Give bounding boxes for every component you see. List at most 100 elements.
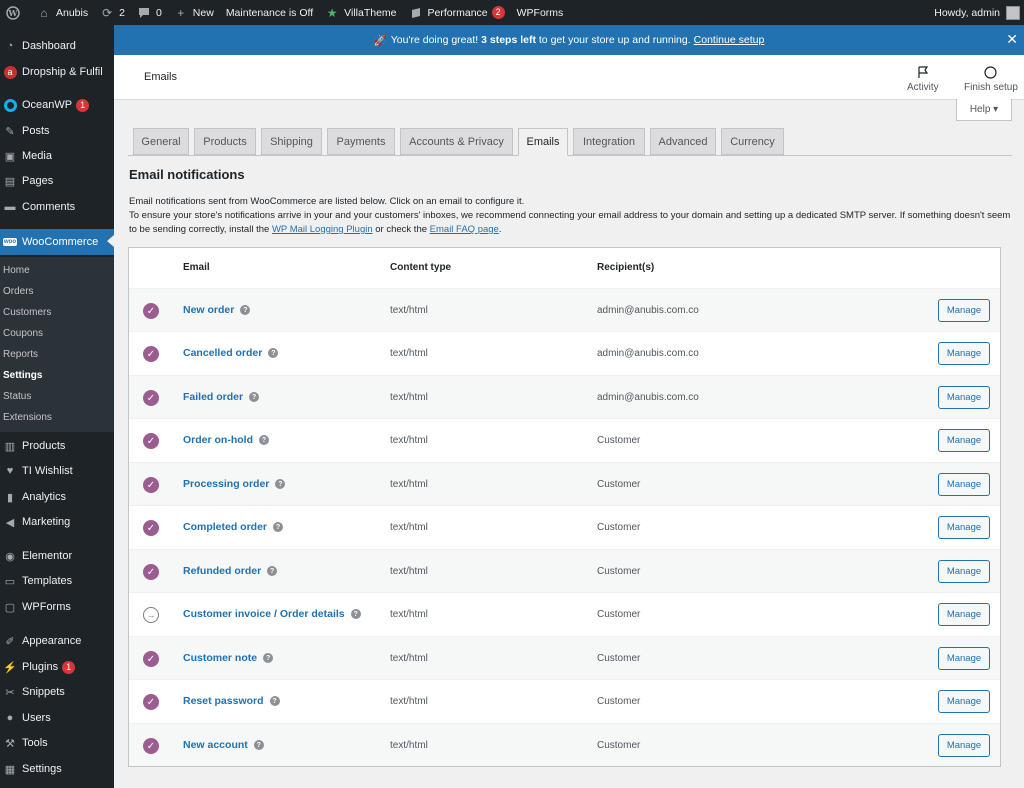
tab-general[interactable]: General	[133, 128, 189, 155]
sidebar-item-label: OceanWP	[22, 99, 73, 111]
oceanwp-badge: 1	[76, 98, 90, 112]
comments-menu[interactable]: 0	[131, 0, 168, 25]
performance-menu[interactable]: Performance 2	[403, 0, 511, 25]
sidebar-item-settings[interactable]: ▦ Settings	[0, 757, 114, 781]
manage-button[interactable]: Manage	[938, 603, 990, 626]
submenu-orders[interactable]: Orders	[3, 286, 34, 297]
site-name-menu[interactable]: ⌂ Anubis	[31, 0, 94, 25]
sidebar-item-comments[interactable]: ▬ Comments	[0, 195, 114, 219]
submenu-extensions[interactable]: Extensions	[3, 412, 52, 423]
sidebar-item-ti-wishlist[interactable]: ♥ TI Wishlist	[0, 459, 114, 483]
sidebar-item-label: WooCommerce	[22, 236, 99, 248]
email-name-link[interactable]: New order?	[183, 304, 251, 316]
sidebar-item-posts[interactable]: ✎ Posts	[0, 119, 114, 143]
progress-circle-icon	[984, 65, 998, 79]
table-row: ✓ Cancelled order? text/html admin@anubis.c…	[129, 331, 1000, 374]
help-tip-icon[interactable]: ?	[268, 348, 279, 358]
wp-logo-menu[interactable]: W	[0, 0, 31, 25]
performance-label: Performance	[427, 6, 488, 19]
email-name-link[interactable]: Failed order?	[183, 391, 260, 403]
sidebar-item-elementor[interactable]: ◉ Elementor	[0, 544, 114, 568]
manage-button[interactable]: Manage	[938, 473, 990, 496]
wpforms-menu[interactable]: WPForms	[511, 0, 570, 25]
sidebar-item-templates[interactable]: ▭ Templates	[0, 569, 114, 593]
email-name-link[interactable]: Customer invoice / Order details?	[183, 608, 361, 620]
submenu-settings[interactable]: Settings	[3, 370, 42, 381]
sidebar-item-plugins[interactable]: ⚡ Plugins 1	[0, 655, 114, 679]
manage-button[interactable]: Manage	[938, 734, 990, 757]
sidebar-item-wpforms[interactable]: ▢ WPForms	[0, 595, 114, 619]
email-name-link[interactable]: Reset password?	[183, 695, 280, 707]
manage-button[interactable]: Manage	[938, 516, 990, 539]
section-title: Email notifications	[129, 167, 245, 182]
email-name-link[interactable]: Processing order?	[183, 478, 286, 490]
sidebar-item-appearance[interactable]: ✐ Appearance	[0, 629, 114, 653]
tab-integration[interactable]: Integration	[573, 128, 645, 155]
updates-menu[interactable]: ⟳ 2	[94, 0, 131, 25]
villatheme-menu[interactable]: ★ VillaTheme	[319, 0, 402, 25]
sidebar-item-marketing[interactable]: ◀ Marketing	[0, 510, 114, 534]
manage-button[interactable]: Manage	[938, 299, 990, 322]
sidebar-item-tools[interactable]: ⚒ Tools	[0, 731, 114, 755]
sidebar-item-pages[interactable]: ▤ Pages	[0, 169, 114, 193]
sidebar-item-woocommerce[interactable]: woo WooCommerce	[0, 229, 114, 255]
help-tip-icon[interactable]: ?	[273, 522, 284, 532]
wp-mail-logging-link[interactable]: WP Mail Logging Plugin	[272, 224, 373, 235]
email-name-link[interactable]: Cancelled order?	[183, 347, 279, 359]
continue-setup-link[interactable]: Continue setup	[694, 34, 765, 46]
sidebar-item-oceanwp[interactable]: OceanWP 1	[0, 93, 114, 117]
activity-button[interactable]: Activity	[907, 65, 939, 93]
help-tip-icon[interactable]: ?	[259, 435, 269, 445]
submenu-coupons[interactable]: Coupons	[3, 328, 43, 339]
help-tip-icon[interactable]: ?	[253, 740, 264, 750]
tab-emails[interactable]: Emails	[518, 128, 568, 156]
tab-advanced[interactable]: Advanced	[650, 128, 716, 155]
sidebar-item-media[interactable]: ▣ Media	[0, 144, 114, 168]
email-name-link[interactable]: New account?	[183, 739, 264, 751]
email-name-link[interactable]: Customer note?	[183, 652, 274, 664]
submenu-status[interactable]: Status	[3, 391, 31, 402]
manage-button[interactable]: Manage	[938, 560, 990, 583]
tab-accounts-privacy[interactable]: Accounts & Privacy	[400, 128, 513, 155]
submenu-home[interactable]: Home	[3, 265, 30, 276]
help-tip-icon[interactable]: ?	[249, 392, 260, 402]
help-button[interactable]: Help ▾	[956, 99, 1012, 121]
email-faq-link[interactable]: Email FAQ page	[430, 224, 499, 235]
close-icon[interactable]: ✕	[1006, 32, 1018, 46]
help-tip-icon[interactable]: ?	[263, 653, 274, 663]
email-name: Refunded order	[183, 565, 262, 577]
sidebar-item-analytics[interactable]: ▮ Analytics	[0, 485, 114, 509]
finish-setup-button[interactable]: Finish setup	[964, 65, 1018, 93]
sidebar-item-dashboard[interactable]: ◔ Dashboard	[0, 34, 114, 58]
sidebar-item-dropship[interactable]: a Dropship & Fulfil	[0, 60, 114, 84]
help-tip-icon[interactable]: ?	[269, 696, 280, 706]
submenu-reports[interactable]: Reports	[3, 349, 38, 360]
help-tip-icon[interactable]: ?	[240, 305, 251, 315]
manage-button[interactable]: Manage	[938, 342, 990, 365]
maintenance-menu[interactable]: Maintenance is Off	[220, 0, 319, 25]
sidebar-item-label: Dashboard	[22, 40, 76, 52]
manage-button[interactable]: Manage	[938, 429, 990, 452]
sidebar-item-snippets[interactable]: ✂ Snippets	[0, 680, 114, 704]
submenu-customers[interactable]: Customers	[3, 307, 51, 318]
content-type-cell: text/html	[390, 522, 428, 533]
content-type-cell: text/html	[390, 435, 428, 446]
manage-button[interactable]: Manage	[938, 386, 990, 409]
help-tip-icon[interactable]: ?	[267, 566, 278, 576]
sidebar-item-products[interactable]: ▥ Products	[0, 434, 114, 458]
help-tip-icon[interactable]: ?	[275, 479, 286, 489]
manage-button[interactable]: Manage	[938, 647, 990, 670]
email-name-link[interactable]: Completed order?	[183, 521, 284, 533]
email-name-link[interactable]: Refunded order?	[183, 565, 278, 577]
email-name-link[interactable]: Order on-hold?	[183, 434, 269, 446]
new-content-menu[interactable]: + New	[168, 0, 220, 25]
my-account-menu[interactable]: Howdy, admin	[934, 5, 1024, 20]
sidebar-item-users[interactable]: ● Users	[0, 706, 114, 730]
tab-currency[interactable]: Currency	[721, 128, 784, 155]
table-row: ✓ Reset password? text/html Customer Manage	[129, 679, 1000, 722]
tab-shipping[interactable]: Shipping	[261, 128, 322, 155]
help-tip-icon[interactable]: ?	[350, 609, 361, 619]
tab-products[interactable]: Products	[194, 128, 256, 155]
manage-button[interactable]: Manage	[938, 690, 990, 713]
tab-payments[interactable]: Payments	[327, 128, 395, 155]
